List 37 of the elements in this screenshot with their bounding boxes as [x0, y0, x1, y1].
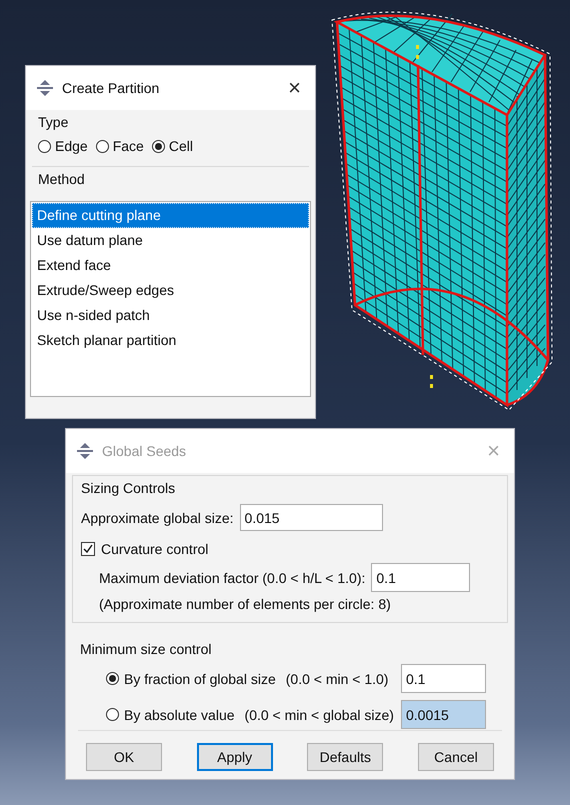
radio-option[interactable]: Face	[96, 138, 144, 154]
radio-label: By fraction of global size	[124, 670, 276, 686]
list-item[interactable]: Extend face	[32, 253, 309, 278]
list-item[interactable]: Use datum plane	[32, 228, 309, 253]
group-label: Method	[38, 171, 85, 187]
input-field[interactable]: 0.015	[240, 504, 383, 531]
window-icon	[36, 80, 54, 96]
list-item[interactable]: Use n-sided patch	[32, 303, 309, 328]
group-label: Type	[38, 114, 68, 130]
field-label: Maximum deviation factor (0.0 < h/L < 1.0):	[99, 570, 366, 586]
checkbox-label: Curvature control	[101, 541, 208, 557]
hint-text: (Approximate number of elements per circle: 8)	[99, 596, 392, 612]
input-field[interactable]: 0.1	[371, 563, 470, 592]
range-text: (0.0 < min < global size)	[244, 706, 394, 722]
dialog-title: Global Seeds	[102, 443, 188, 459]
input-field[interactable]: 0.1	[401, 664, 486, 693]
group-label: Sizing Controls	[81, 480, 176, 496]
radio-option[interactable]: Edge	[38, 138, 88, 154]
range-text: (0.0 < min < 1.0)	[286, 670, 388, 686]
dialog-button[interactable]: Apply	[196, 743, 273, 771]
dialog-button[interactable]: OK	[86, 743, 162, 771]
radio-label: By absolute value	[124, 706, 235, 722]
field-label: Approximate global size:	[81, 510, 234, 526]
radio-option[interactable]: Cell	[152, 138, 193, 154]
list-item[interactable]: Extrude/Sweep edges	[32, 278, 309, 303]
list-item[interactable]: Define cutting plane	[32, 203, 309, 228]
radio-icon[interactable]	[106, 708, 119, 721]
window-icon	[76, 443, 94, 459]
dialog-title: Create Partition	[62, 80, 160, 96]
section-label: Minimum size control	[80, 641, 212, 657]
list-item[interactable]: Sketch planar partition	[32, 328, 309, 353]
dialog-button[interactable]: Cancel	[418, 743, 494, 771]
dialog-button[interactable]: Defaults	[307, 743, 384, 771]
checkbox[interactable]	[81, 542, 95, 556]
input-field[interactable]: 0.0015	[401, 700, 486, 729]
radio-icon[interactable]	[106, 672, 119, 685]
close-button[interactable]: ×	[286, 77, 303, 99]
